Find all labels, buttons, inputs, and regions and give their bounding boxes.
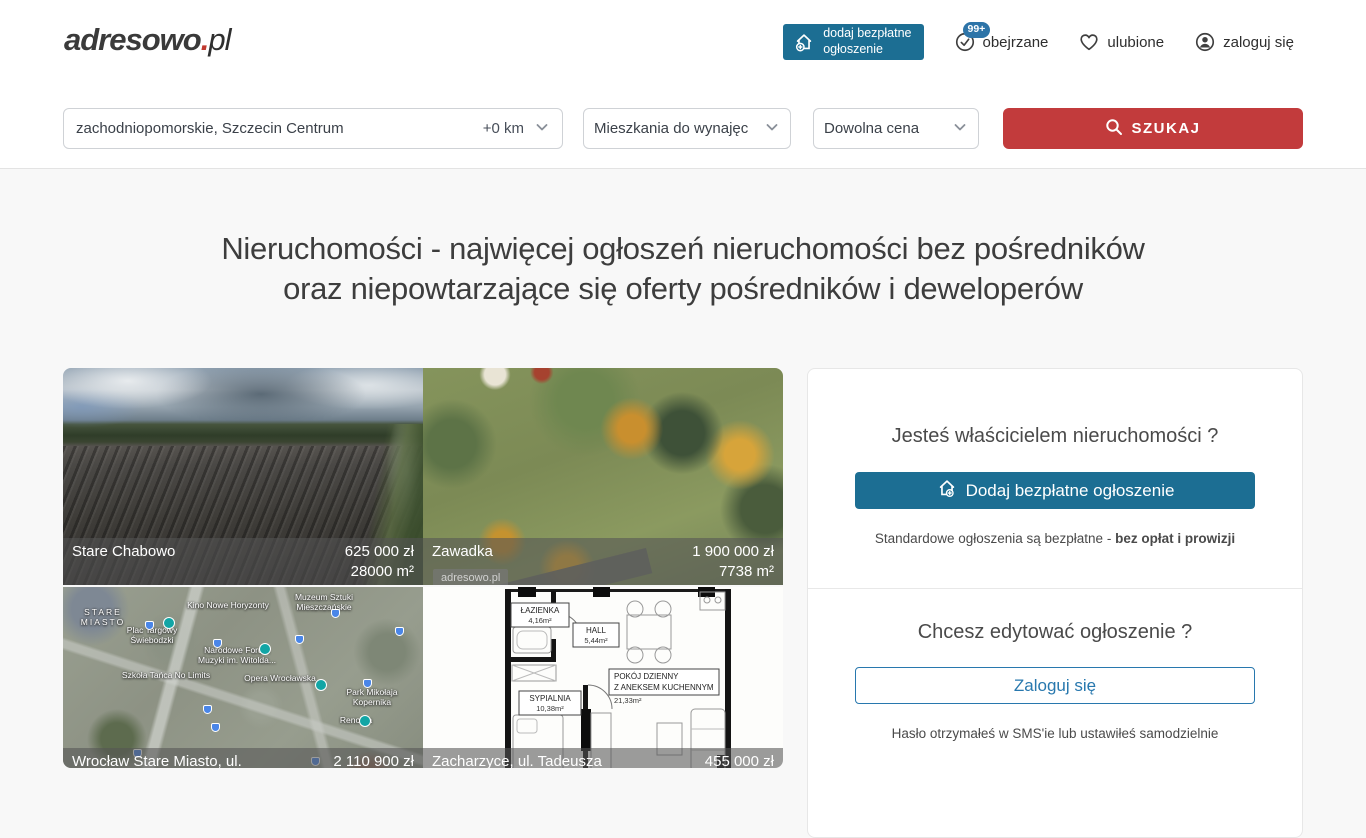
listing-overlay: Wrocław Stare Miasto, ul. 2 110 900 zł <box>63 748 423 768</box>
listing-card-zawadka[interactable]: Zawadka 1 900 000 zł 7738 m² adresowo.pl <box>423 368 783 585</box>
listing-title: Zacharzyce, ul. Tadeusza <box>432 752 602 768</box>
magnifier-icon <box>1105 118 1123 140</box>
radius-value[interactable]: +0 km <box>483 120 524 137</box>
room-label: ŁAZIENKA <box>521 606 560 615</box>
owner-note-bold: bez opłat i prowizji <box>1115 531 1235 546</box>
map-poi-icon <box>359 715 371 727</box>
page-title: Nieruchomości - najwięcej ogłoszeń nieru… <box>0 229 1366 309</box>
map-pin-icon <box>203 705 212 714</box>
category-value: Mieszkania do wynajęc <box>594 120 764 137</box>
panel-divider <box>808 588 1302 589</box>
viewed-count-badge: 99+ <box>963 22 991 38</box>
location-input[interactable]: zachodniopomorskie, Szczecin Centrum +0 … <box>63 108 563 149</box>
search-bar: zachodniopomorskie, Szczecin Centrum +0 … <box>63 108 1303 149</box>
add-free-listing-label: Dodaj bezpłatne ogłoszenie <box>966 481 1175 501</box>
price-value: Dowolna cena <box>824 120 952 137</box>
map-pin-icon <box>395 627 404 636</box>
viewed-menu-item[interactable]: 99+ obejrzane <box>954 31 1049 53</box>
map-pin-icon <box>363 679 372 688</box>
photo-watermark: adresowo.pl <box>433 569 508 585</box>
owner-note: Standardowe ogłoszenia są bezpłatne - be… <box>808 531 1302 546</box>
brand-logo-main: adresowo <box>64 22 201 57</box>
location-value: zachodniopomorskie, Szczecin Centrum <box>76 120 483 137</box>
search-button-label: SZUKAJ <box>1131 120 1200 137</box>
room-area: 5,44m² <box>584 636 608 645</box>
price-select[interactable]: Dowolna cena <box>813 108 979 149</box>
login-button[interactable]: Zaloguj się <box>855 667 1255 704</box>
listing-photo-map: STARE MIASTO Kino Nowe Horyzonty Muzeum … <box>63 587 423 768</box>
listing-price: 625 000 zł <box>345 542 414 562</box>
map-label: Kino Nowe Horyzonty <box>183 600 273 610</box>
brand-logo-suffix: pl <box>208 22 230 57</box>
add-free-listing-button[interactable]: Dodaj bezpłatne ogłoszenie <box>855 472 1255 509</box>
map-pin-icon <box>145 621 154 630</box>
map-poi-icon <box>315 679 327 691</box>
map-pin-icon <box>211 723 220 732</box>
house-plus-icon <box>936 477 958 504</box>
owner-note-plain: Standardowe ogłoszenia są bezpłatne - <box>875 531 1115 546</box>
map-label: STARE MIASTO <box>73 607 133 627</box>
viewed-label: obejrzane <box>983 34 1049 51</box>
room-label2: Z ANEKSEM KUCHENNYM <box>614 683 714 692</box>
map-pin-icon <box>213 639 222 648</box>
map-label: Muzeum Sztuki Mieszczańskie <box>288 592 360 612</box>
room-label: HALL <box>586 626 607 635</box>
login-label: zaloguj się <box>1223 34 1294 51</box>
listing-card-wroclaw[interactable]: STARE MIASTO Kino Nowe Horyzonty Muzeum … <box>63 587 423 768</box>
category-select[interactable]: Mieszkania do wynajęc <box>583 108 791 149</box>
listing-title: Wrocław Stare Miasto, ul. <box>72 752 242 768</box>
map-poi-icon <box>163 617 175 629</box>
map-poi-icon <box>259 643 271 655</box>
owner-heading: Jesteś właścicielem nieruchomości ? <box>808 425 1302 448</box>
listing-price: 2 110 900 zł <box>333 752 414 768</box>
edit-note: Hasło otrzymałeś w SMS'ie lub ustawiłeś … <box>808 726 1302 741</box>
heart-icon <box>1078 31 1100 53</box>
listing-card-stare-chabowo[interactable]: Stare Chabowo 625 000 zł 28000 m² <box>63 368 423 585</box>
listing-photo-floorplan: ŁAZIENKA 4,16m² HALL 5,44m² SYPIALNIA 10… <box>423 587 783 768</box>
room-area: 10,38m² <box>536 704 564 713</box>
chevron-down-icon <box>764 119 780 139</box>
listing-title: Zawadka <box>432 542 493 562</box>
room-label: POKÓJ DZIENNY <box>614 672 679 681</box>
map-label: Park Mikołaja Kopernika <box>339 687 405 707</box>
chevron-down-icon <box>952 119 968 139</box>
edit-heading: Chcesz edytować ogłoszenie ? <box>808 621 1302 644</box>
chevron-down-icon <box>534 119 550 139</box>
add-listing-line2: ogłoszenie <box>823 42 883 56</box>
room-area: 21,33m² <box>614 696 642 705</box>
listings-grid: Stare Chabowo 625 000 zł 28000 m² Zawadk… <box>63 368 783 768</box>
map-pin-icon <box>331 609 340 618</box>
search-button[interactable]: SZUKAJ <box>1003 108 1303 149</box>
listing-price: 1 900 000 zł <box>692 542 774 562</box>
map-label: Opera Wrocławska <box>235 673 325 683</box>
header: adresowo.pl dodaj bezpłatne ogłoszenie 9… <box>0 0 1366 169</box>
room-area: 4,16m² <box>528 616 552 625</box>
house-plus-icon <box>793 31 815 53</box>
room-label: SYPIALNIA <box>529 694 571 703</box>
map-label: Renoma <box>331 715 381 725</box>
listing-overlay: Zacharzyce, ul. Tadeusza 455 000 zł <box>423 748 783 768</box>
listing-card-zacharzyce[interactable]: ŁAZIENKA 4,16m² HALL 5,44m² SYPIALNIA 10… <box>423 587 783 768</box>
login-menu-item[interactable]: zaloguj się <box>1194 31 1294 53</box>
favorites-label: ulubione <box>1107 34 1164 51</box>
listing-area: 28000 m² <box>72 562 414 582</box>
listing-price: 455 000 zł <box>705 752 774 768</box>
map-label: Szkoła Tańca No Limits <box>111 670 221 680</box>
add-listing-button[interactable]: dodaj bezpłatne ogłoszenie <box>783 24 923 60</box>
header-actions: dodaj bezpłatne ogłoszenie 99+ obejrzane… <box>783 24 1294 60</box>
page-title-line2: oraz niepowtarzające się oferty pośredni… <box>0 269 1366 309</box>
favorites-menu-item[interactable]: ulubione <box>1078 31 1164 53</box>
add-listing-line1: dodaj bezpłatne <box>823 26 911 40</box>
page-title-line1: Nieruchomości - najwięcej ogłoszeń nieru… <box>0 229 1366 269</box>
map-pin-icon <box>295 635 304 644</box>
user-circle-icon <box>1194 31 1216 53</box>
brand-logo[interactable]: adresowo.pl <box>64 22 230 58</box>
listing-title: Stare Chabowo <box>72 542 175 562</box>
listing-overlay: Stare Chabowo 625 000 zł 28000 m² <box>63 538 423 585</box>
add-listing-button-label: dodaj bezpłatne ogłoszenie <box>823 26 911 57</box>
